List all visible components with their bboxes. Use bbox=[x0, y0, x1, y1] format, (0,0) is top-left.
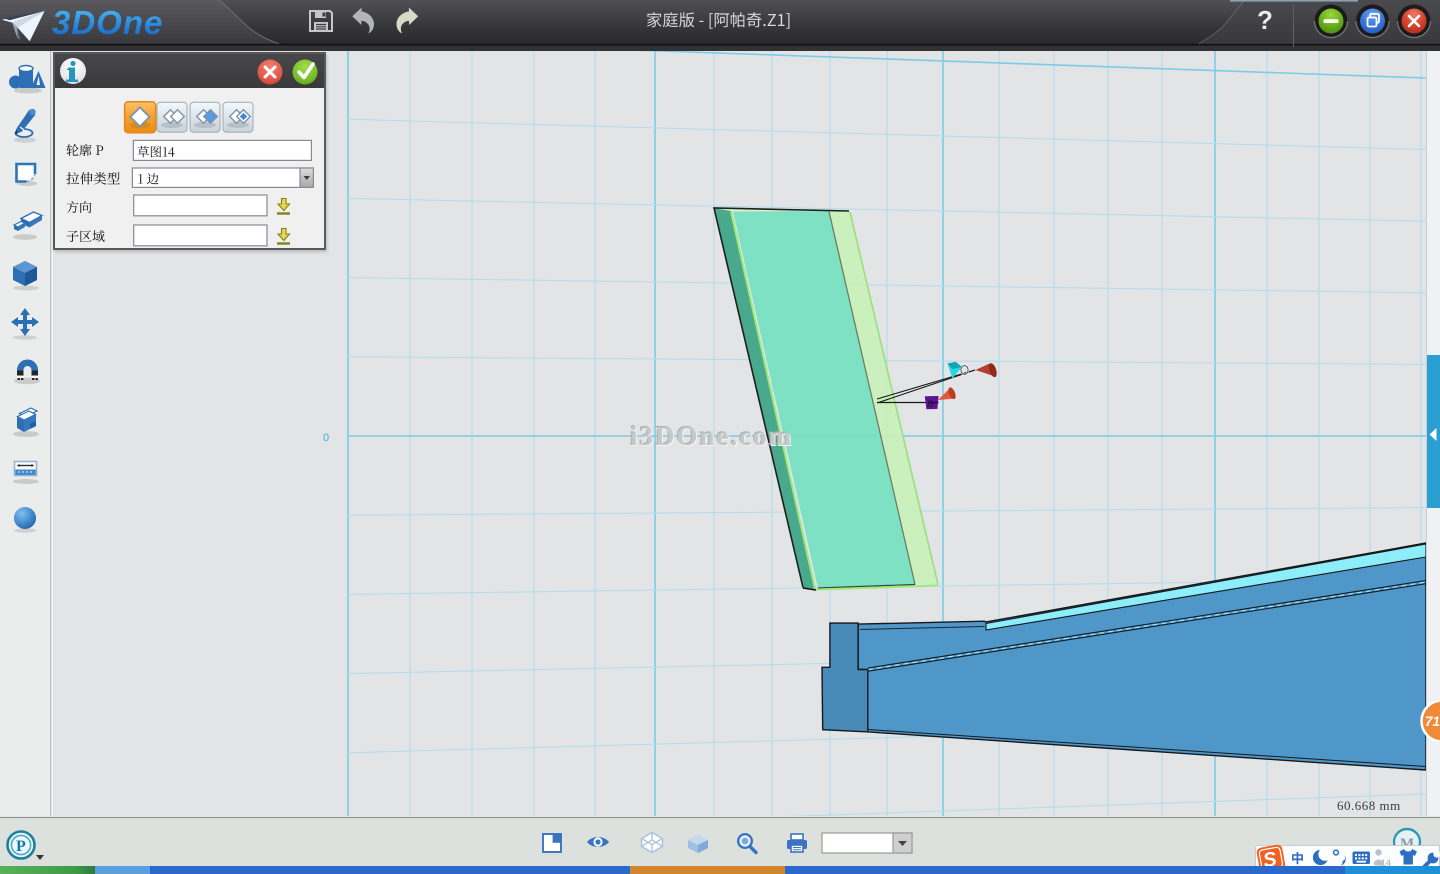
svg-text:P: P bbox=[16, 838, 26, 855]
svg-text:0: 0 bbox=[928, 398, 934, 410]
svg-text:71: 71 bbox=[1425, 714, 1440, 729]
